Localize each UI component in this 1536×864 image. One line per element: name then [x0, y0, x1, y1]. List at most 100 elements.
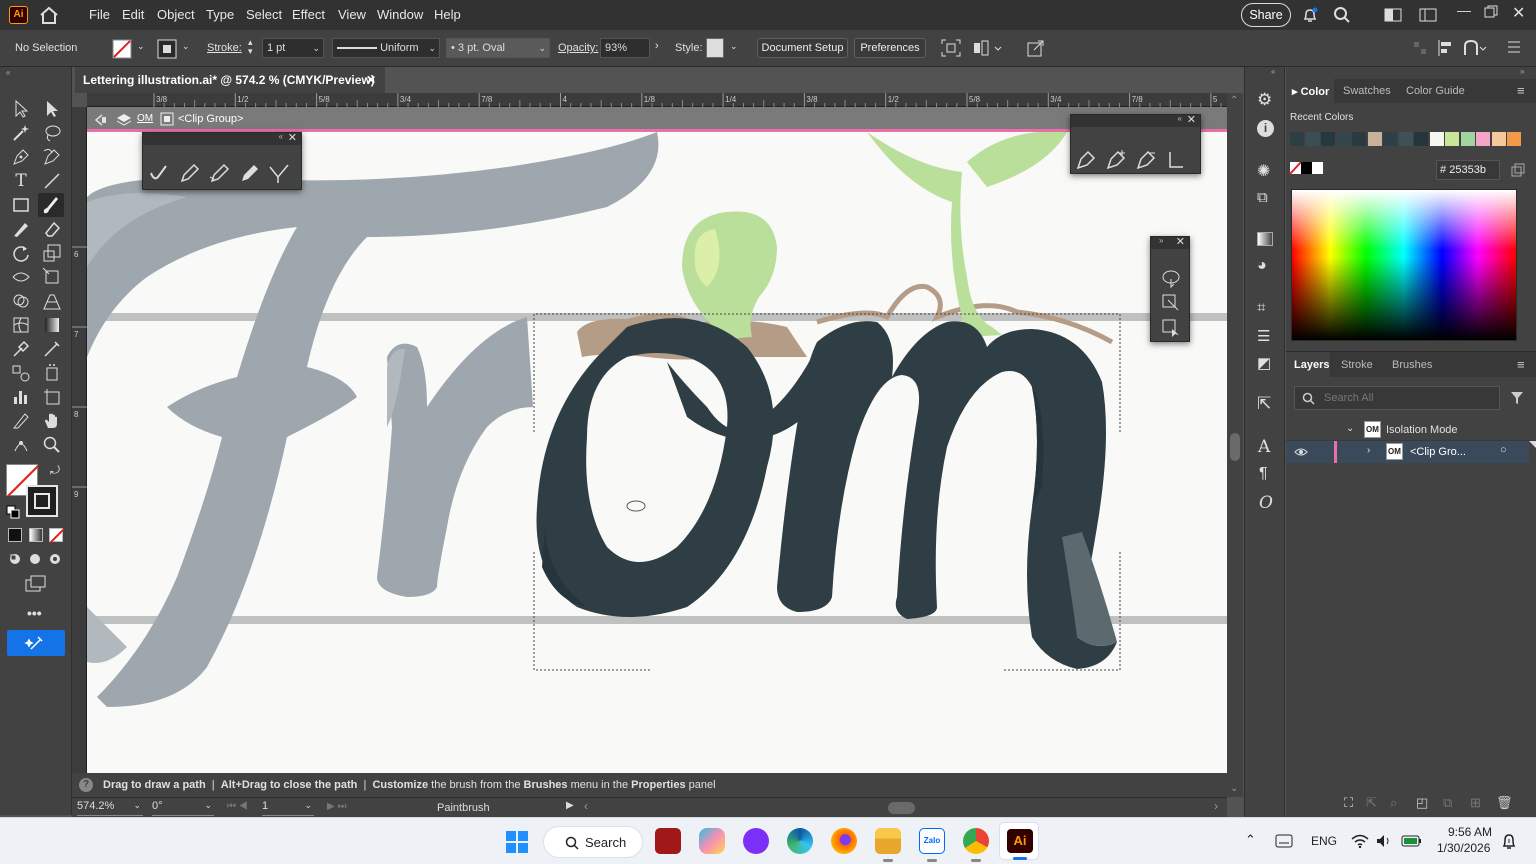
opacity-field[interactable]: 93% [600, 38, 650, 58]
transparency-panel-icon[interactable]: ◕ [1257, 257, 1267, 275]
none-mode-icon[interactable] [49, 528, 65, 544]
arrange-icon[interactable] [1419, 8, 1437, 22]
language-indicator[interactable]: ENG [1311, 834, 1337, 848]
windows-start-icon[interactable] [505, 830, 529, 854]
opentype-panel-icon[interactable]: O [1259, 493, 1273, 513]
add-anchor-point-icon[interactable] [1105, 149, 1127, 171]
collapse-toolbar-icon[interactable]: « [6, 68, 10, 77]
stroke-weight-field[interactable]: 1 pt ⌄ [262, 38, 324, 58]
draw-modes-icons[interactable] [7, 551, 67, 567]
scroll-left-icon[interactable]: ‹ [584, 799, 588, 813]
mesh-tool-icon[interactable] [11, 315, 31, 335]
zoom-tool-icon[interactable] [42, 435, 62, 455]
type-tool-icon[interactable]: T [11, 171, 31, 191]
menu-type[interactable]: Type [206, 7, 234, 22]
recent-color-swatch[interactable] [1398, 132, 1413, 146]
menu-view[interactable]: View [338, 7, 366, 22]
menu-help[interactable]: Help [434, 7, 461, 22]
tab-brushes[interactable]: Brushes [1392, 359, 1432, 371]
none-black-white-swatches[interactable] [1289, 161, 1323, 175]
recent-color-swatch[interactable] [1414, 132, 1428, 146]
default-fill-stroke-icon[interactable] [6, 505, 20, 519]
layer-row-isolation[interactable]: ⌄ OM Isolation Mode [1286, 419, 1536, 441]
brush-definition[interactable]: • 3 pt. Oval ⌄ [446, 38, 550, 58]
graphic-style-swatch[interactable] [706, 38, 724, 58]
expand-chevron-icon[interactable]: ⌄ [1346, 423, 1354, 434]
artboard-tool-icon[interactable] [42, 387, 62, 407]
menu-file[interactable]: File [89, 7, 110, 22]
opacity-label[interactable]: Opacity: [558, 42, 598, 54]
join-tool-icon[interactable] [268, 163, 290, 185]
isolation-layer-label[interactable]: OM [137, 113, 153, 124]
firefox-icon[interactable] [831, 828, 857, 854]
recent-color-swatch[interactable] [1367, 132, 1382, 146]
menu-select[interactable]: Select [246, 7, 282, 22]
collect-export-icon[interactable]: ⛶ [1344, 795, 1353, 811]
appearance-panel-icon[interactable]: ✺ [1257, 161, 1270, 181]
share-button[interactable]: Share [1241, 3, 1291, 27]
scroll-down-icon[interactable]: ⌄ [1230, 783, 1238, 794]
delete-layer-icon[interactable]: 🗑 [1496, 795, 1513, 811]
transform-panel-icon[interactable]: ⧉ [1257, 189, 1268, 206]
scroll-right-icon[interactable]: › [1214, 799, 1218, 813]
perspective-grid-tool-icon[interactable] [42, 291, 62, 311]
copilot-icon[interactable] [699, 828, 725, 854]
artboard-number-field[interactable]: 1 ⌄ [262, 800, 314, 816]
file-explorer-icon[interactable] [875, 828, 901, 854]
symbols-panel-icon[interactable]: ⌗ [1257, 299, 1265, 316]
rotation-field[interactable]: 0° ⌄ [152, 800, 214, 816]
generative-ai-button[interactable] [7, 630, 65, 656]
vertical-scrollbar[interactable]: ⌃ ⌄ [1227, 93, 1243, 797]
style-dropdown-icon[interactable]: ⌄ [730, 41, 738, 52]
filter-icon[interactable] [1510, 391, 1524, 405]
minimize-button[interactable]: — [1457, 2, 1471, 18]
live-paint-bucket-icon[interactable] [1160, 292, 1182, 314]
recent-color-swatch[interactable] [1429, 132, 1444, 146]
transform-icon[interactable] [1413, 41, 1427, 55]
stroke-swatch-black[interactable] [26, 485, 58, 517]
recent-color-swatch[interactable] [1290, 132, 1304, 146]
color-mode-icon[interactable] [8, 528, 22, 542]
tab-layers[interactable]: Layers [1294, 359, 1329, 371]
rotate-tool-icon[interactable] [11, 243, 31, 263]
pen-tool-icon[interactable] [11, 147, 31, 167]
preferences-button[interactable]: Preferences [854, 38, 926, 58]
shaper-tool-icon[interactable] [11, 219, 31, 239]
puppet-warp-tool-icon[interactable] [11, 435, 31, 455]
color-options-icon[interactable] [1511, 163, 1525, 177]
home-icon[interactable] [39, 6, 59, 24]
zoom-level-field[interactable]: 574.2% ⌄ [77, 800, 143, 816]
line-tool-icon[interactable] [42, 171, 62, 191]
recent-color-swatch[interactable] [1476, 132, 1490, 146]
collapse-panels-icon[interactable]: » [1520, 67, 1524, 76]
blob-brush-icon[interactable] [148, 163, 170, 185]
workspace-icon[interactable] [1384, 8, 1402, 22]
hex-field[interactable]: # 25353b [1436, 160, 1500, 180]
clipping-mask-icon[interactable]: ◰ [1416, 795, 1428, 811]
shape-builder-tool-icon[interactable] [11, 291, 31, 311]
align-panel-icon[interactable]: ☰ [1257, 327, 1270, 345]
recent-color-swatch[interactable] [1507, 132, 1521, 146]
stroke-dropdown-icon[interactable]: ⌄ [182, 41, 190, 52]
recent-color-swatch[interactable] [1460, 132, 1475, 146]
close-pen-flyout-icon[interactable]: ✕ [1187, 113, 1196, 126]
last-artboard-button[interactable]: ▶ ⏭ [327, 801, 346, 812]
clock-time[interactable]: 9:56 AM [1448, 825, 1492, 839]
color-panel-menu-icon[interactable]: ≡ [1517, 83, 1525, 98]
gradient-mode-icon[interactable] [29, 528, 43, 542]
gradient-panel-icon[interactable] [1257, 232, 1273, 246]
stroke-swatch[interactable] [157, 39, 177, 59]
vertical-scroll-thumb[interactable] [1230, 433, 1240, 461]
blend-tool-icon[interactable] [11, 363, 31, 383]
snap-icon[interactable] [1463, 39, 1487, 57]
more-tools-icon[interactable]: ••• [27, 605, 42, 621]
horizontal-scroll-thumb[interactable] [888, 802, 915, 814]
paragraph-panel-icon[interactable]: ¶ [1259, 465, 1268, 483]
document-setup-button[interactable]: Document Setup [757, 38, 848, 58]
variable-width-profile[interactable]: Uniform ⌄ [332, 38, 440, 58]
volume-icon[interactable] [1375, 833, 1393, 849]
smooth-tool-icon[interactable] [208, 163, 230, 185]
edge-browser-icon[interactable] [787, 828, 813, 854]
properties-panel-icon[interactable]: ⚙ [1257, 90, 1272, 110]
close-window-button[interactable]: ✕ [1512, 3, 1525, 23]
